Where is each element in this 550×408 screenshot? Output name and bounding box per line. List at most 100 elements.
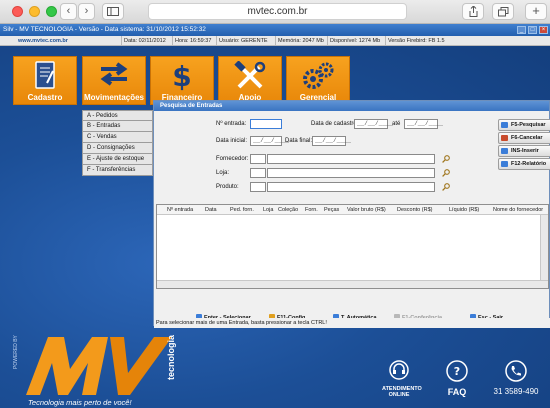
vertical-scrollbar[interactable] xyxy=(540,215,548,280)
relatorio-button[interactable]: F12-Relatório xyxy=(498,158,550,170)
tile-movimentacoes[interactable]: Movimentações xyxy=(82,56,146,105)
dollar-icon: $ xyxy=(172,61,191,91)
notebook-icon xyxy=(35,61,55,89)
label-data-final: Data final: xyxy=(285,138,313,144)
column-header[interactable]: Data xyxy=(205,207,217,213)
column-header[interactable]: Ped. forn. xyxy=(230,207,254,213)
dialog-title: Pesquisa de Entradas xyxy=(154,101,549,111)
search-icon[interactable] xyxy=(442,169,450,177)
sidebar-icon[interactable] xyxy=(102,3,124,20)
column-header[interactable]: Líquido (R$) xyxy=(449,207,479,213)
data-inicial-input[interactable]: __/__/____ xyxy=(250,136,289,146)
button-label: F6-Cancelar xyxy=(511,135,543,141)
search-icon[interactable] xyxy=(442,183,450,191)
data-cadastro-fim-input[interactable]: __/__/____ xyxy=(404,119,443,129)
column-header[interactable]: Desconto (R$) xyxy=(397,207,432,213)
report-icon xyxy=(501,161,508,167)
column-header[interactable]: Valor bruto (R$) xyxy=(347,207,386,213)
loja-name-input[interactable] xyxy=(267,168,435,178)
pesquisar-button[interactable]: F5-Pesquisar xyxy=(498,119,550,131)
faq-link[interactable]: ? FAQ xyxy=(443,360,471,397)
tile-cadastro[interactable]: Cadastro xyxy=(13,56,77,105)
app-window: Silv - MV TECNOLOGIA - Versão - Data sis… xyxy=(0,24,550,408)
movimentacoes-submenu: A - Pedidos B - Entradas C - Vendas D - … xyxy=(82,110,153,176)
faq-label: FAQ xyxy=(447,387,467,397)
submenu-item-transferencias[interactable]: F - Transferências xyxy=(82,165,153,176)
minimize-window-button[interactable] xyxy=(29,6,40,17)
atendimento-online-link[interactable]: ATENDIMENTO ONLINE xyxy=(374,360,424,398)
fornecedor-name-input[interactable] xyxy=(267,154,435,164)
cancel-icon xyxy=(501,135,508,141)
slogan: Tecnologia mais perto de você! xyxy=(28,398,132,407)
search-entries-dialog: Pesquisa de Entradas Nº entrada: Data de… xyxy=(153,100,550,326)
entries-table[interactable]: Nº entrada Data Ped. forn. Loja Coleção … xyxy=(156,204,549,289)
info-available: Disponível: 1274 Mb xyxy=(327,36,380,46)
data-final-input[interactable]: __/__/____ xyxy=(312,136,351,146)
loja-code-input[interactable] xyxy=(250,168,266,178)
headset-icon xyxy=(389,360,409,380)
phone-contact[interactable]: 31 3589-490 xyxy=(482,360,550,396)
label-produto: Produto: xyxy=(216,184,239,190)
arrows-icon xyxy=(100,62,128,86)
tile-label: Movimentações xyxy=(83,93,145,102)
atendimento-label: ATENDIMENTO ONLINE xyxy=(382,386,422,398)
submenu-item-pedidos[interactable]: A - Pedidos xyxy=(82,110,153,121)
inserir-button[interactable]: INS-Inserir xyxy=(498,145,550,157)
info-date: Data: 02/11/2012 xyxy=(121,36,166,46)
maximize-icon[interactable]: □ xyxy=(528,26,537,34)
tile-label: Cadastro xyxy=(27,93,63,102)
column-header[interactable]: Forn. xyxy=(305,207,318,213)
column-header[interactable]: Peças xyxy=(324,207,339,213)
close-window-button[interactable] xyxy=(12,6,23,17)
table-header: Nº entrada Data Ped. forn. Loja Coleção … xyxy=(157,205,548,215)
help-icon: ? xyxy=(446,360,468,382)
submenu-item-consignacoes[interactable]: D - Consignações xyxy=(82,143,153,154)
column-header[interactable]: Nome do fornecedor xyxy=(493,207,543,213)
forward-button[interactable]: › xyxy=(78,3,95,20)
label-n-entrada: Nº entrada: xyxy=(216,121,247,127)
produto-code-input[interactable] xyxy=(250,182,266,192)
search-icon xyxy=(501,122,508,128)
minimize-icon[interactable]: _ xyxy=(517,26,526,34)
label-ate: até xyxy=(392,121,401,127)
fornecedor-code-input[interactable] xyxy=(250,154,266,164)
tile-financeiro[interactable]: $ Financeiro xyxy=(150,56,214,105)
share-icon[interactable] xyxy=(462,3,484,20)
button-label: INS-Inserir xyxy=(511,148,539,154)
horizontal-scrollbar[interactable] xyxy=(157,280,548,288)
svg-text:$: $ xyxy=(172,61,191,91)
info-memory: Memória: 2047 Mb xyxy=(275,36,324,46)
data-cadastro-inicio-input[interactable]: __/__/____ xyxy=(354,119,393,129)
close-icon[interactable]: × xyxy=(539,26,548,34)
phone-number: 31 3589-490 xyxy=(493,387,539,396)
status-info-bar: www.mvtec.com.br Data: 02/11/2012 Hora: … xyxy=(0,36,550,46)
button-label: F5-Pesquisar xyxy=(511,122,546,128)
submenu-item-entradas[interactable]: B - Entradas xyxy=(82,121,153,132)
label-data-cadastro: Data de cadastro: xyxy=(311,121,359,127)
label-data-inicial: Data inicial: xyxy=(216,138,248,144)
submenu-item-ajuste-estoque[interactable]: E - Ajuste de estoque xyxy=(82,154,153,165)
new-tab-button[interactable]: + xyxy=(525,3,547,20)
tile-apoio[interactable]: Apoio xyxy=(218,56,282,105)
tile-gerencial[interactable]: Gerencial xyxy=(286,56,350,105)
label-loja: Loja: xyxy=(216,170,230,176)
column-header[interactable]: Nº entrada xyxy=(167,207,193,213)
label-fornecedor: Fornecedor: xyxy=(216,156,249,162)
cancelar-button[interactable]: F6-Cancelar xyxy=(498,132,550,144)
produto-name-input[interactable] xyxy=(267,182,435,192)
column-header[interactable]: Coleção xyxy=(278,207,298,213)
search-icon[interactable] xyxy=(442,155,450,163)
submenu-item-vendas[interactable]: C - Vendas xyxy=(82,132,153,143)
column-header[interactable]: Loja xyxy=(263,207,273,213)
selection-hint: Para selecionar mais de uma Entrada, bas… xyxy=(154,318,550,328)
n-entrada-input[interactable] xyxy=(250,119,282,129)
app-title: Silv - MV TECNOLOGIA - Versão - Data sis… xyxy=(3,26,206,33)
site-link[interactable]: www.mvtec.com.br xyxy=(18,36,68,46)
insert-icon xyxy=(501,148,508,154)
address-bar[interactable]: mvtec.com.br xyxy=(148,3,407,20)
tabs-icon[interactable] xyxy=(492,3,514,20)
tools-icon xyxy=(234,61,266,89)
zoom-window-button[interactable] xyxy=(46,6,57,17)
phone-icon xyxy=(505,360,527,382)
back-button[interactable]: ‹ xyxy=(60,3,77,20)
